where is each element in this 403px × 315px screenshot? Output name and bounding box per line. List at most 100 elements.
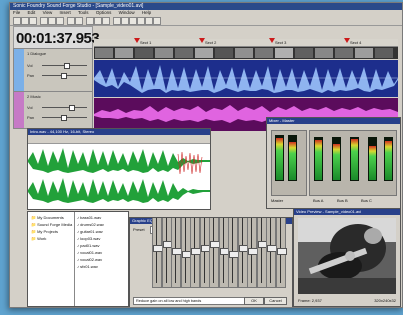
cancel-button[interactable]: Cancel: [264, 297, 287, 305]
track-header-2[interactable]: 2 Music Vol Pan: [13, 91, 93, 129]
mixer-label-bus-b: Bus B: [337, 198, 348, 203]
folder-item[interactable]: 📁 My Documents: [31, 215, 64, 220]
file-item[interactable]: ♪ bass01.wav: [77, 215, 101, 220]
eq-band-slider[interactable]: [152, 218, 163, 288]
loop-icon[interactable]: [145, 17, 153, 25]
menu-file[interactable]: File: [13, 10, 20, 15]
eq-band-slider[interactable]: [199, 218, 211, 288]
marker-label-4: Sect 4: [350, 40, 362, 45]
file-item[interactable]: ♪ vocal01.wav: [77, 250, 102, 255]
eq-band-thumb[interactable]: [276, 248, 287, 255]
ok-button[interactable]: OK: [244, 297, 264, 305]
mixer-labels: Master Bus A Bus B Bus C: [269, 198, 398, 205]
eq-band-slider[interactable]: [266, 218, 277, 288]
marker-icon[interactable]: [137, 17, 145, 25]
timeline-ruler[interactable]: Sect 1 Sect 2 Sect 3 Sect 4: [94, 38, 398, 47]
save-icon[interactable]: [29, 17, 37, 25]
stop-icon[interactable]: [94, 17, 102, 25]
eq-hint-field[interactable]: Reduce gain on all low and high bands: [133, 297, 247, 305]
app-title-bar: Sonic Foundry Sound Forge Studio - [Samp…: [10, 3, 402, 10]
bus-meter-panel: [309, 130, 397, 196]
waveform-blue: [94, 65, 398, 93]
menu-window[interactable]: Window: [119, 10, 135, 15]
folder-item[interactable]: 📁 Sound Forge Media: [31, 222, 72, 227]
eq-band-slider[interactable]: [190, 218, 201, 288]
meter-right: [288, 135, 297, 181]
open-icon[interactable]: [21, 17, 29, 25]
time-display: 00:01:37.953: [13, 26, 100, 49]
menu-options[interactable]: Options: [96, 10, 112, 15]
bus-meter-3: [350, 137, 359, 181]
thumbnail-frames: [95, 48, 393, 58]
eq-band-slider[interactable]: [237, 218, 249, 288]
eq-band-slider[interactable]: [209, 218, 220, 288]
guitar-player-image: [298, 218, 396, 294]
file-item[interactable]: ♪ sfx01.wav: [77, 264, 98, 269]
file-item[interactable]: ♪ vocal02.wav: [77, 257, 102, 262]
file-list[interactable]: ♪ bass01.wav ♪ drums02.wav ♪ guitar01.wa…: [75, 212, 128, 306]
folder-item[interactable]: 📁 Work: [31, 236, 46, 241]
frame-size: 320x240x32: [374, 298, 396, 303]
folder-tree[interactable]: 📁 My Documents 📁 Sound Forge Media 📁 My …: [28, 212, 75, 306]
bus-meter-2: [332, 137, 341, 181]
mixer-label-bus-a: Bus A: [313, 198, 324, 203]
eq-band-slider[interactable]: [218, 218, 230, 288]
mixer-label-master: Master: [271, 198, 284, 203]
app-title: Sonic Foundry Sound Forge Studio - [Samp…: [13, 3, 144, 9]
track-vol-label: Vol: [27, 63, 33, 68]
menu-edit[interactable]: Edit: [28, 10, 36, 15]
track-name: 1 Dialogue: [27, 51, 47, 56]
video-preview-window[interactable]: Video Preview - Sample_video01.avi Frame…: [293, 208, 401, 307]
folder-item[interactable]: 📁 My Projects: [31, 229, 58, 234]
file-item[interactable]: ♪ loop03.wav: [77, 236, 100, 241]
pan-knob[interactable]: [61, 115, 67, 121]
eq-band-slider[interactable]: [180, 218, 192, 288]
eq-band-slider[interactable]: [228, 218, 239, 288]
menu-view[interactable]: View: [43, 10, 53, 15]
marker-label-3: Sect 3: [275, 40, 287, 45]
bus-meter-5: [384, 137, 393, 181]
file-item[interactable]: ♪ guitar01.wav: [77, 229, 103, 234]
explorer-window[interactable]: 📁 My Documents 📁 Sound Forge Media 📁 My …: [27, 211, 129, 307]
menu-tools[interactable]: Tools: [78, 10, 89, 15]
copy-icon[interactable]: [48, 17, 56, 25]
menu-help[interactable]: Help: [142, 10, 151, 15]
undo-icon[interactable]: [67, 17, 75, 25]
meter-left: [275, 135, 284, 181]
eq-window[interactable]: Graphic EQ Preset [Untitled] Reduce gain…: [129, 217, 293, 307]
video-frame: [298, 218, 396, 294]
eq-band-slider[interactable]: [247, 218, 258, 288]
wave-editor-canvas[interactable]: [28, 144, 210, 209]
record-icon[interactable]: [102, 17, 110, 25]
eq-band-slider[interactable]: [256, 218, 268, 288]
envelope-icon[interactable]: [129, 17, 137, 25]
bus-meter-1: [314, 137, 323, 181]
track-1-waveform[interactable]: [94, 60, 398, 97]
play-icon[interactable]: [86, 17, 94, 25]
select-icon[interactable]: [121, 17, 129, 25]
eq-band-slider[interactable]: [171, 218, 182, 288]
new-icon[interactable]: [13, 17, 21, 25]
redo-icon[interactable]: [75, 17, 83, 25]
marker-label-1: Sect 1: [140, 40, 152, 45]
paste-icon[interactable]: [56, 17, 64, 25]
volume-knob[interactable]: [69, 105, 75, 111]
wave-editor-window[interactable]: Intro.wav - 44,100 Hz, 16-bit, Stereo: [27, 128, 211, 210]
file-item[interactable]: ♪ pad01.wav: [77, 243, 99, 248]
video-thumbnail-strip[interactable]: [94, 47, 398, 59]
mixer-window[interactable]: Mixer - Master Master Bus A Bus B Bus C: [266, 117, 401, 209]
pan-knob[interactable]: [61, 73, 67, 79]
eq-band-slider[interactable]: [275, 218, 287, 288]
snap-icon[interactable]: [153, 17, 161, 25]
toolbar: [10, 16, 402, 26]
eq-band-slider[interactable]: [161, 218, 173, 288]
menu-insert[interactable]: Insert: [60, 10, 71, 15]
waveform-green: [28, 148, 210, 203]
track-header-1[interactable]: 1 Dialogue Vol Pan: [13, 48, 93, 92]
cut-icon[interactable]: [40, 17, 48, 25]
volume-slider[interactable]: [42, 107, 87, 108]
file-item[interactable]: ♪ drums02.wav: [77, 222, 104, 227]
volume-knob[interactable]: [64, 63, 70, 69]
zoom-icon[interactable]: [113, 17, 121, 25]
frame-number: Frame: 2,937: [298, 298, 322, 303]
